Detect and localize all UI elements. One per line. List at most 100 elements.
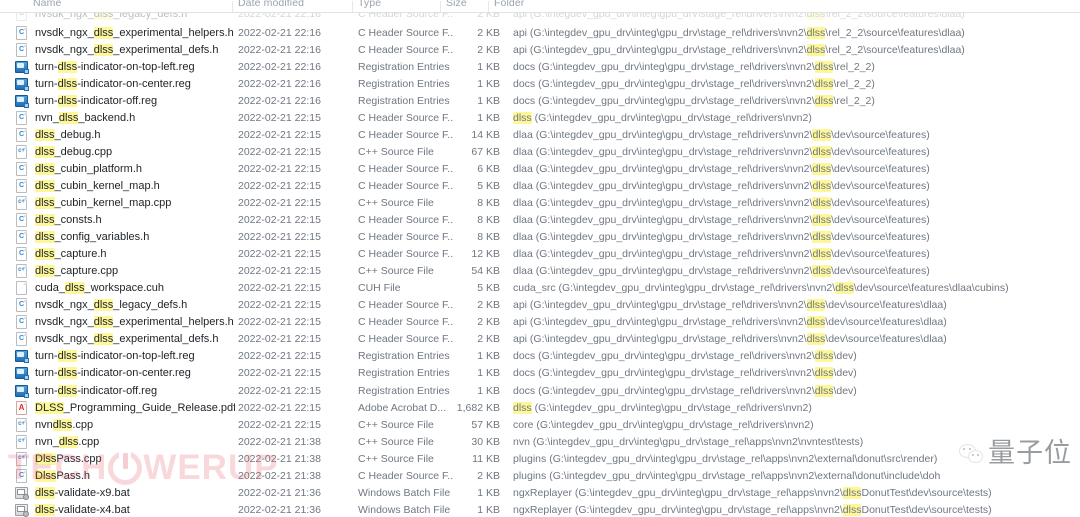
file-name[interactable]: nvsdk_ngx_dlss_experimental_helpers.h	[35, 316, 234, 329]
file-name[interactable]: nvsdk_ngx_dlss_experimental_defs.h	[35, 333, 218, 346]
file-folder-path[interactable]: dlaa (G:\integdev_gpu_drv\integ\gpu_drv\…	[513, 162, 930, 175]
file-row[interactable]: Cdlss_debug.h 2022-02-21 22:15 C Header So…	[0, 126, 1080, 143]
file-name[interactable]: dlss_cubin_platform.h	[35, 162, 142, 175]
file-row[interactable]: c+ nvndlss.cpp 2022-02-21 22:15 C++ Source …	[0, 416, 1080, 433]
file-folder-path[interactable]: dlaa (G:\integdev_gpu_drv\integ\gpu_drv\…	[513, 128, 930, 141]
file-row[interactable]: Cnvsdk_ngx_dlss_experimental_helpers.h 20…	[0, 314, 1080, 331]
file-name[interactable]: dlss_capture.h	[35, 248, 107, 261]
file-folder-path[interactable]: docs (G:\integdev_gpu_drv\integ\gpu_drv\…	[513, 60, 875, 73]
file-row[interactable]: c+ nvn_dlss.cpp 2022-02-21 21:38 C++ Source…	[0, 433, 1080, 450]
file-folder-path[interactable]: docs (G:\integdev_gpu_drv\integ\gpu_drv\…	[513, 350, 857, 363]
file-name[interactable]: nvn_dlss.cpp	[35, 435, 99, 448]
file-folder-path[interactable]: api (G:\integdev_gpu_drv\integ\gpu_drv\s…	[513, 316, 947, 329]
column-divider[interactable]	[352, 1, 353, 12]
file-row[interactable]: turn-dlss-indicator-on-center.reg 2022-02…	[0, 75, 1080, 92]
file-folder-path[interactable]: dlaa (G:\integdev_gpu_drv\integ\gpu_drv\…	[513, 179, 930, 192]
file-name[interactable]: dlss_debug.cpp	[35, 145, 112, 158]
file-name[interactable]: DlssPass.cpp	[35, 452, 102, 465]
file-folder-path[interactable]: dlss (G:\integdev_gpu_drv\integ\gpu_drv\…	[513, 111, 812, 124]
file-folder-path[interactable]: plugins (G:\integdev_gpu_drv\integ\gpu_d…	[513, 453, 937, 465]
file-row[interactable]: Cnvn_dlss_backend.h 2022-02-21 22:15 C Hea…	[0, 109, 1080, 126]
file-row[interactable]: c+ dlss_cubin_kernel_map.cpp 2022-02-21 22…	[0, 194, 1080, 211]
file-name[interactable]: turn-dlss-indicator-on-center.reg	[35, 367, 191, 380]
file-name[interactable]: DLSS_Programming_Guide_Release.pdf	[35, 401, 235, 414]
file-folder-path[interactable]: dlaa (G:\integdev_gpu_drv\integ\gpu_drv\…	[513, 231, 930, 244]
column-header-type[interactable]: Type	[358, 0, 381, 9]
file-folder-path[interactable]: docs (G:\integdev_gpu_drv\integ\gpu_drv\…	[513, 384, 857, 397]
file-row[interactable]: Cdlss_cubin_kernel_map.h 2022-02-21 22:15…	[0, 177, 1080, 194]
file-folder-path[interactable]: dlaa (G:\integdev_gpu_drv\integ\gpu_drv\…	[513, 196, 930, 209]
file-row[interactable]: Cnvsdk_ngx_dlss_experimental_defs.h 2022-…	[0, 331, 1080, 348]
file-row[interactable]: A DLSS_Programming_Guide_Release.pdf 2022-…	[0, 399, 1080, 416]
file-name[interactable]: dlss-validate-x9.bat	[35, 486, 130, 499]
file-name[interactable]: turn-dlss-indicator-on-top-left.reg	[35, 350, 195, 363]
file-row[interactable]: Cdlss_config_variables.h 2022-02-21 22:15…	[0, 229, 1080, 246]
file-row[interactable]: turn-dlss-indicator-on-top-left.reg 2022-…	[0, 348, 1080, 365]
file-row[interactable]: c+ DlssPass.cpp 2022-02-21 21:38 C++ Source…	[0, 450, 1080, 467]
file-folder-path[interactable]: dlss (G:\integdev_gpu_drv\integ\gpu_drv\…	[513, 401, 812, 414]
file-row[interactable]: Cnvsdk_ngx_dlss_experimental_defs.h 2022-…	[0, 41, 1080, 58]
file-name[interactable]: dlss_debug.h	[35, 128, 100, 141]
file-name[interactable]: DlssPass.h	[35, 469, 90, 482]
file-name[interactable]: turn-dlss-indicator-on-center.reg	[35, 77, 191, 90]
file-folder-path[interactable]: docs (G:\integdev_gpu_drv\integ\gpu_drv\…	[513, 94, 875, 107]
file-row[interactable]: dlss-validate-x9.bat 2022-02-21 21:36 Wind…	[0, 484, 1080, 501]
file-folder-path[interactable]: dlaa (G:\integdev_gpu_drv\integ\gpu_drv\…	[513, 265, 930, 278]
file-name[interactable]: dlss_cubin_kernel_map.cpp	[35, 196, 171, 209]
file-row[interactable]: Cnvsdk_ngx_dlss_experimental_helpers.h 20…	[0, 24, 1080, 41]
file-folder-path[interactable]: core (G:\integdev_gpu_drv\integ\gpu_drv\…	[513, 419, 814, 431]
file-name[interactable]: nvndlss.cpp	[35, 418, 93, 431]
file-name[interactable]: nvsdk_ngx_dlss_experimental_helpers.h	[35, 26, 234, 39]
file-row[interactable]: turn-dlss-indicator-off.reg 2022-02-21 22…	[0, 92, 1080, 109]
file-row[interactable]: turn-dlss-indicator-off.reg 2022-02-21 22…	[0, 382, 1080, 399]
file-name[interactable]: nvn_dlss_backend.h	[35, 111, 135, 124]
file-folder-path[interactable]: api (G:\integdev_gpu_drv\integ\gpu_drv\s…	[513, 26, 965, 39]
column-divider[interactable]	[488, 1, 489, 12]
file-folder-path[interactable]: dlaa (G:\integdev_gpu_drv\integ\gpu_drv\…	[513, 145, 930, 158]
file-folder-path[interactable]: dlaa (G:\integdev_gpu_drv\integ\gpu_drv\…	[513, 248, 930, 261]
column-header-folder[interactable]: Folder	[494, 0, 524, 9]
file-folder-path[interactable]: api (G:\integdev_gpu_drv\integ\gpu_drv\s…	[513, 333, 947, 346]
file-row[interactable]: cuda_dlss_workspace.cuh 2022-02-21 22:15 C…	[0, 280, 1080, 297]
column-header-size[interactable]: Size	[446, 0, 467, 9]
file-folder-path[interactable]: ngxReplayer (G:\integdev_gpu_drv\integ\g…	[513, 486, 992, 499]
column-divider[interactable]	[440, 1, 441, 12]
file-name[interactable]: nvsdk_ngx_dlss_legacy_defs.h	[35, 13, 187, 20]
file-folder-path[interactable]: ngxReplayer (G:\integdev_gpu_drv\integ\g…	[513, 503, 992, 516]
file-name[interactable]: dlss_consts.h	[35, 214, 102, 227]
file-row[interactable]: turn-dlss-indicator-on-center.reg 2022-02…	[0, 365, 1080, 382]
file-row[interactable]: Cdlss_cubin_platform.h 2022-02-21 22:15 C …	[0, 160, 1080, 177]
file-name[interactable]: dlss_cubin_kernel_map.h	[35, 179, 160, 192]
file-folder-path[interactable]: cuda_src (G:\integdev_gpu_drv\integ\gpu_…	[513, 282, 1009, 295]
file-name[interactable]: cuda_dlss_workspace.cuh	[35, 282, 164, 295]
file-row[interactable]: Cdlss_consts.h 2022-02-21 22:15 C Header S…	[0, 212, 1080, 229]
file-row[interactable]: C DlssPass.h 2022-02-21 21:38 C Header Sour…	[0, 467, 1080, 484]
file-name[interactable]: dlss_config_variables.h	[35, 231, 149, 244]
file-folder-path[interactable]: api (G:\integdev_gpu_drv\integ\gpu_drv\s…	[513, 299, 947, 312]
file-name[interactable]: nvsdk_ngx_dlss_legacy_defs.h	[35, 299, 187, 312]
file-folder-path[interactable]: api (G:\integdev_gpu_drv\integ\gpu_drv\s…	[513, 13, 965, 20]
file-folder-path[interactable]: dlaa (G:\integdev_gpu_drv\integ\gpu_drv\…	[513, 214, 930, 227]
file-name[interactable]: turn-dlss-indicator-off.reg	[35, 384, 157, 397]
file-row[interactable]: Cdlss_capture.h 2022-02-21 22:15 C Header …	[0, 246, 1080, 263]
file-name[interactable]: dlss-validate-x4.bat	[35, 503, 130, 516]
file-folder-path[interactable]: api (G:\integdev_gpu_drv\integ\gpu_drv\s…	[513, 43, 965, 56]
column-header-date-modified[interactable]: Date modified	[238, 0, 304, 9]
file-name[interactable]: nvsdk_ngx_dlss_experimental_defs.h	[35, 43, 218, 56]
file-name[interactable]: turn-dlss-indicator-off.reg	[35, 94, 157, 107]
file-row[interactable]: c+ dlss_debug.cpp 2022-02-21 22:15 C++ Sour…	[0, 143, 1080, 160]
column-header-name[interactable]: Name	[33, 0, 61, 9]
file-row[interactable]: dlss-validate-x4.bat 2022-02-21 21:36 Wind…	[0, 501, 1080, 517]
file-row[interactable]: turn-dlss-indicator-on-top-left.reg 2022-…	[0, 58, 1080, 75]
file-list[interactable]: Cnvsdk_ngx_dlss_legacy_defs.h 2022-02-21 …	[0, 13, 1080, 517]
file-folder-path[interactable]: docs (G:\integdev_gpu_drv\integ\gpu_drv\…	[513, 77, 875, 90]
column-divider[interactable]	[232, 1, 233, 12]
file-row[interactable]: Cnvsdk_ngx_dlss_legacy_defs.h 2022-02-21 …	[0, 13, 1080, 24]
file-row[interactable]: c+ dlss_capture.cpp 2022-02-21 22:15 C++ So…	[0, 263, 1080, 280]
file-folder-path[interactable]: docs (G:\integdev_gpu_drv\integ\gpu_drv\…	[513, 367, 857, 380]
file-name[interactable]: turn-dlss-indicator-on-top-left.reg	[35, 60, 195, 73]
file-folder-path[interactable]: plugins (G:\integdev_gpu_drv\integ\gpu_d…	[513, 470, 940, 482]
file-folder-path[interactable]: nvn (G:\integdev_gpu_drv\integ\gpu_drv\s…	[513, 436, 863, 448]
file-name[interactable]: dlss_capture.cpp	[35, 265, 118, 278]
file-row[interactable]: Cnvsdk_ngx_dlss_legacy_defs.h 2022-02-21 …	[0, 297, 1080, 314]
